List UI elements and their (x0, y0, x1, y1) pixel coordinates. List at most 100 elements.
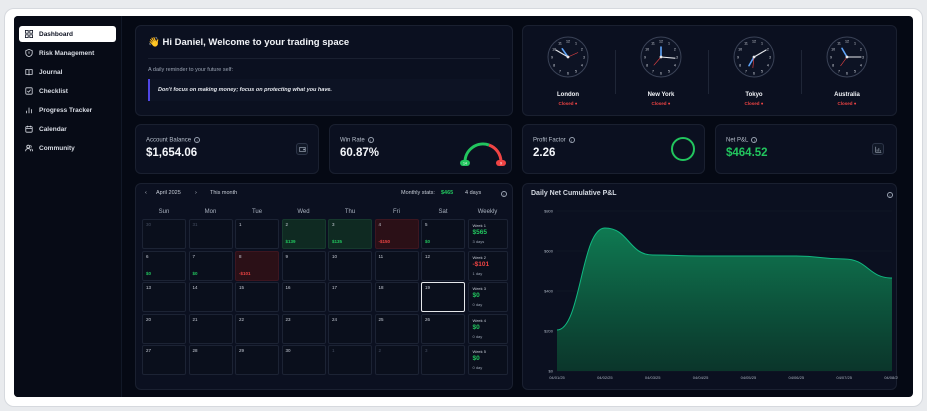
monthly-days: 4 days (465, 190, 482, 196)
day-number: 20 (146, 316, 152, 322)
sidebar-item-label: Calendar (39, 125, 67, 133)
sidebar-item-dashboard[interactable]: Dashboard (19, 26, 116, 42)
this-month-button[interactable]: This month (210, 190, 237, 196)
calendar-day-cell[interactable]: 13 (142, 282, 186, 312)
calendar-day-cell[interactable]: 30 (142, 219, 186, 249)
sidebar-item-risk-management[interactable]: Risk Management (19, 45, 116, 61)
calendar-day-cell[interactable]: 24 (328, 313, 372, 344)
weekly-summary: Week 1 $565 3 days (467, 219, 508, 249)
sidebar-item-checklist[interactable]: Checklist (19, 83, 116, 99)
calendar-day-cell[interactable]: 2 $139 (281, 219, 326, 249)
info-icon[interactable]: i (501, 191, 507, 197)
clock-london: 1 2 3 4 5 6 7 8 9 10 11 12 London Closed ● (523, 26, 613, 112)
sidebar-item-community[interactable]: Community (19, 140, 116, 156)
world-clocks-card: 1 2 3 4 5 6 7 8 9 10 11 12 London Closed ● 1 2 3 4 5 6 7 8 9 10… (522, 25, 897, 116)
calendar-day-cell[interactable]: 1 (328, 345, 372, 375)
clock-new-york: 1 2 3 4 5 6 7 8 9 10 11 12 New York Closed ● (616, 26, 706, 112)
sidebar-item-label: Checklist (39, 87, 68, 95)
quote-text: Don't focus on making money; focus on pr… (148, 79, 500, 101)
svg-text:7: 7 (745, 69, 747, 73)
svg-text:3: 3 (676, 55, 678, 59)
calendar-day-cell[interactable]: 16 (281, 282, 326, 312)
sidebar-item-calendar[interactable]: Calendar (19, 121, 116, 137)
sidebar-item-label: Progress Tracker (39, 106, 93, 114)
profit-factor-card: Profit Factor i 2.26 (522, 124, 705, 174)
clock-face-icon: 123456789101112 (733, 36, 775, 78)
x-tick-label: 04/04/25 (693, 375, 709, 380)
x-tick-label: 04/03/25 (645, 375, 661, 380)
calendar-day-cell[interactable]: 14 (188, 282, 233, 312)
week-pnl: $0 (472, 323, 480, 331)
svg-text:5: 5 (854, 69, 856, 73)
calendar-day-cell[interactable]: 25 (374, 313, 419, 344)
day-pnl: -$150 (378, 239, 391, 244)
calendar-day-cell[interactable]: 21 (188, 313, 233, 344)
calendar-day-cell[interactable]: 27 (142, 345, 186, 375)
info-icon[interactable]: i (751, 137, 758, 143)
calendar-day-cell[interactable]: 9 (281, 250, 326, 281)
week-label: Week 3 (472, 286, 487, 291)
calendar-day-cell[interactable]: 15 (235, 282, 279, 312)
svg-text:6: 6 (660, 71, 662, 75)
svg-text:3: 3 (769, 55, 771, 59)
svg-text:9: 9 (830, 55, 832, 59)
calendar-day-cell[interactable]: 23 (281, 313, 326, 344)
reminder-text: A daily reminder to your future self: (148, 67, 233, 73)
svg-text:2: 2 (860, 47, 862, 51)
next-month-button[interactable]: › (195, 190, 197, 196)
calendar-day-cell[interactable]: 10 (328, 250, 372, 281)
account-balance-value: $1,654.06 (146, 147, 198, 159)
day-of-week-label: Tue (251, 209, 263, 215)
svg-text:10: 10 (831, 47, 835, 51)
day-of-week-label: Fri (393, 209, 400, 215)
calendar-day-cell[interactable]: 3 $135 (328, 219, 372, 249)
app-root: Dashboard Risk Management Journal Checkl… (14, 16, 913, 397)
prev-month-button[interactable]: ‹ (145, 190, 147, 196)
svg-text:7: 7 (559, 69, 561, 73)
sidebar: Dashboard Risk Management Journal Checkl… (14, 16, 122, 397)
day-number: 3 (425, 348, 428, 353)
clock-face-icon: 123456789101112 (640, 36, 682, 78)
info-icon[interactable]: i (367, 137, 374, 143)
calendar-day-cell[interactable]: 28 (188, 345, 233, 375)
svg-text:9: 9 (551, 55, 553, 59)
info-icon[interactable]: i (194, 137, 201, 143)
calendar-day-cell[interactable]: 8 -$101 (235, 250, 279, 281)
week-days: 0 day (472, 302, 483, 307)
day-number: 18 (378, 285, 384, 290)
market-status-badge: Closed ● (744, 101, 764, 106)
calendar-day-cell[interactable]: 4 -$150 (374, 219, 419, 249)
calendar-day-cell[interactable]: 30 (281, 345, 326, 375)
weekly-column-label: Weekly (477, 209, 498, 215)
calendar-day-cell[interactable]: 1 (235, 219, 279, 249)
week-days: 0 day (472, 333, 483, 339)
day-pnl: $0 (425, 239, 431, 244)
calendar-day-cell[interactable]: 2 (374, 345, 419, 375)
calendar-day-cell[interactable]: 18 (374, 282, 419, 312)
calendar-day-cell[interactable]: 17 (328, 282, 372, 312)
calendar-day-cell[interactable]: 19 (421, 282, 465, 312)
calendar-day-cell[interactable]: 5 $0 (421, 219, 465, 249)
calendar-day-cell[interactable]: 7 $0 (188, 250, 233, 281)
calendar-day-cell[interactable]: 20 (142, 313, 186, 344)
profit-factor-ring (671, 137, 695, 161)
sidebar-item-progress-tracker[interactable]: Progress Tracker (19, 102, 116, 118)
x-tick-label: 04/06/25 (788, 375, 804, 380)
calendar-day-cell[interactable]: 6 $0 (142, 250, 186, 281)
calendar-day-cell[interactable]: 26 (421, 313, 465, 344)
weekly-summary: Week 2 -$101 1 day (467, 250, 508, 281)
stat-label: Profit Factor i (533, 137, 575, 144)
calendar-day-cell[interactable]: 22 (235, 313, 279, 344)
calendar-day-cell[interactable]: 3 (421, 345, 465, 375)
svg-text:11: 11 (744, 42, 748, 46)
calendar-day-cell[interactable]: 12 (421, 250, 465, 281)
week-days: 1 day (472, 270, 483, 276)
sidebar-item-journal[interactable]: Journal (19, 64, 116, 80)
calendar-day-cell[interactable]: 29 (235, 345, 279, 375)
calendar-day-cell[interactable]: 31 (188, 219, 233, 249)
svg-text:4: 4 (860, 63, 862, 67)
info-icon[interactable]: i (568, 137, 575, 143)
calendar-day-cell[interactable]: 11 (374, 250, 419, 281)
clock-city-label: Tokyo (745, 92, 763, 98)
svg-text:3: 3 (583, 55, 585, 59)
